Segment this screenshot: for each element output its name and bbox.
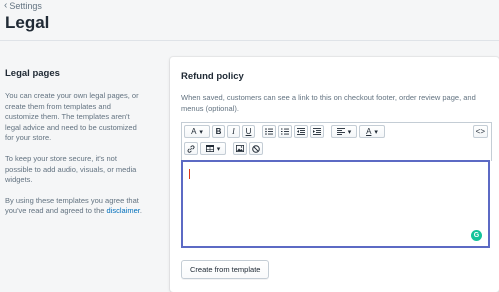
html-view-button[interactable]: <> <box>472 125 488 138</box>
disclaimer-link[interactable]: disclaimer <box>107 206 140 215</box>
page-title: Legal <box>5 13 50 32</box>
align-dropdown[interactable] <box>331 125 357 138</box>
bold-button[interactable]: B <box>212 125 225 138</box>
refund-policy-card: Refund policy When saved, customers can … <box>170 57 499 292</box>
editor-toolbar: A B I U A <> <box>181 122 492 161</box>
agreement-paragraph: By using these templates you agree that … <box>5 196 145 217</box>
bulleted-list-icon[interactable] <box>262 125 276 138</box>
underline-button[interactable]: U <box>242 125 255 138</box>
breadcrumb-settings[interactable]: Settings <box>9 1 42 11</box>
legal-pages-description: Legal pages You can create your own lega… <box>5 68 145 227</box>
text-color-dropdown[interactable]: A <box>359 125 385 138</box>
grammarly-icon[interactable]: G <box>471 230 482 241</box>
section-title: Legal pages <box>5 68 60 79</box>
numbered-list-icon[interactable] <box>278 125 292 138</box>
text-cursor <box>189 169 190 179</box>
security-paragraph: To keep your store secure, it's not poss… <box>5 153 137 185</box>
outdent-icon[interactable] <box>294 125 308 138</box>
italic-button[interactable]: I <box>227 125 240 138</box>
align-left-icon <box>336 128 345 135</box>
create-from-template-button[interactable]: Create from template <box>181 260 270 279</box>
header-divider <box>0 40 499 41</box>
italic-label: I <box>232 127 235 136</box>
agreement-end: . <box>139 206 142 216</box>
policy-editor[interactable]: G <box>181 160 490 248</box>
card-title: Refund policy <box>181 71 244 82</box>
text-color-label: A <box>366 127 372 136</box>
bold-label: B <box>215 127 222 136</box>
card-description: When saved, customers can see a link to … <box>181 93 476 113</box>
description-paragraph: You can create your own legal pages, or … <box>5 91 139 143</box>
font-style-label: A <box>191 127 197 136</box>
underline-label: U <box>245 127 252 136</box>
breadcrumb[interactable]: ‹ Settings <box>4 0 42 12</box>
html-view-label: <> <box>475 127 485 136</box>
image-icon[interactable] <box>233 142 247 155</box>
table-icon <box>205 145 214 152</box>
font-style-dropdown[interactable]: A <box>184 125 210 138</box>
chevron-left-icon: ‹ <box>4 0 8 11</box>
indent-icon[interactable] <box>310 125 324 138</box>
clear-format-icon[interactable] <box>249 142 263 155</box>
link-icon[interactable] <box>184 142 198 155</box>
table-dropdown[interactable] <box>200 142 226 155</box>
